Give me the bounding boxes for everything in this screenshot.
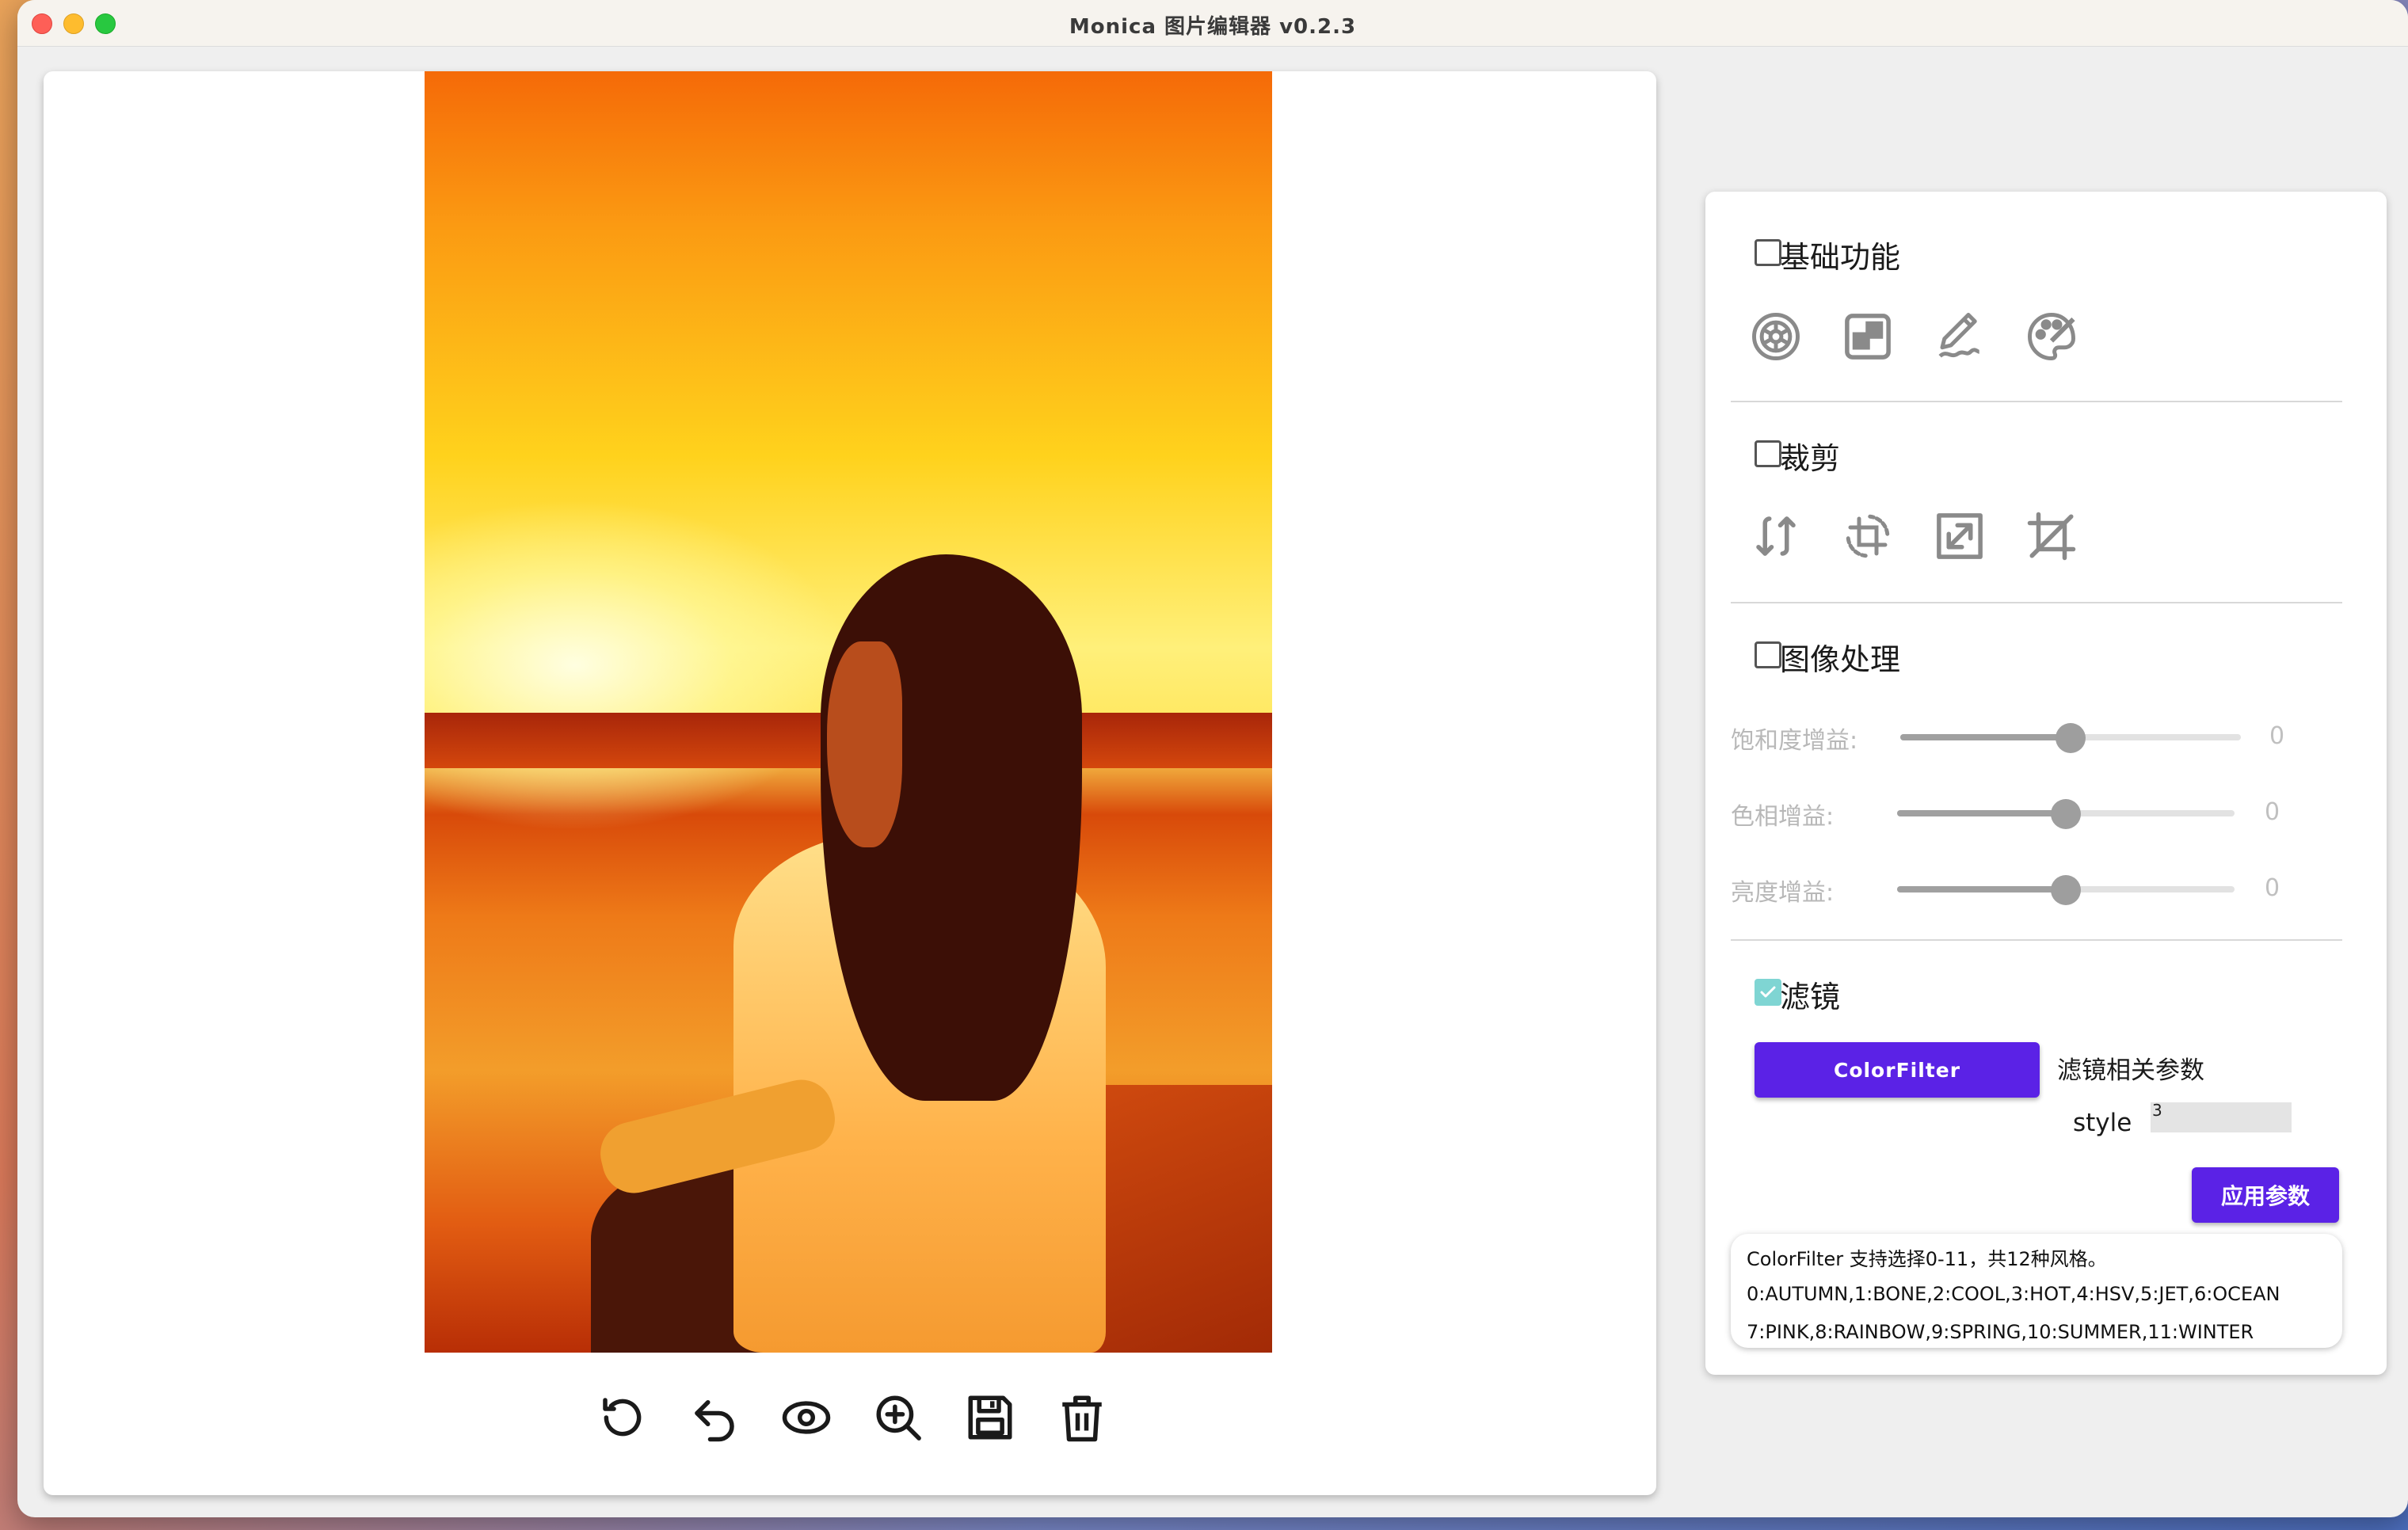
crop-checkbox[interactable]	[1755, 440, 1781, 467]
brightness-slider[interactable]	[1897, 875, 2235, 905]
info-line: ColorFilter 支持选择0-11，共12种风格。	[1747, 1248, 2107, 1270]
crop-icons	[1750, 510, 2078, 562]
hue-slider-thumb[interactable]	[2051, 799, 2081, 829]
palette-button[interactable]	[2025, 310, 2078, 363]
saturation-label: 饱和度增益:	[1731, 727, 1858, 755]
brightness-label: 亮度增益:	[1731, 879, 1835, 907]
info-line: 7:PINK,8:RAINBOW,9:SPRING,10:SUMMER,11:W…	[1747, 1321, 2254, 1343]
title-bar: Monica 图片编辑器 v0.2.3	[17, 0, 2408, 47]
filter-checkbox[interactable]	[1755, 979, 1781, 1006]
shutter-button[interactable]	[1750, 310, 1802, 363]
crop-icon	[2027, 512, 2076, 561]
section-divider	[1731, 939, 2342, 941]
draw-pen-button[interactable]	[1934, 310, 1986, 363]
app-window: Monica 图片编辑器 v0.2.3 基础功能 裁剪 图像处理 饱和度增益: …	[17, 0, 2408, 1517]
checkmark-icon	[1760, 986, 1776, 998]
hue-slider[interactable]	[1897, 799, 2235, 829]
style-label: style	[2073, 1109, 2132, 1137]
section-divider	[1731, 401, 2342, 402]
image-processing-checkbox[interactable]	[1755, 641, 1781, 668]
settings-panel: 基础功能 裁剪 图像处理 饱和度增益: 0 色相增益: 0 亮度增益: 0 滤镜…	[1705, 192, 2387, 1375]
section-divider	[1731, 602, 2342, 603]
resize-button[interactable]	[1934, 510, 1986, 562]
zoom-in-button[interactable]	[867, 1386, 930, 1449]
image-processing-title: 图像处理	[1780, 642, 1901, 677]
image-toolbar	[44, 1386, 1659, 1449]
delete-button[interactable]	[1050, 1386, 1114, 1449]
rotate-crop-icon	[1846, 514, 1890, 558]
rotate-button[interactable]	[591, 1386, 654, 1449]
resize-icon	[1937, 513, 1983, 559]
basic-features-checkbox[interactable]	[1755, 239, 1781, 266]
hue-slider-row: 色相增益: 0	[1731, 789, 2364, 836]
crop-button[interactable]	[2025, 510, 2078, 562]
zoom-in-icon	[876, 1395, 921, 1441]
delete-icon	[1062, 1395, 1102, 1442]
flip-icon	[1756, 516, 1796, 556]
style-input-value: 3	[2152, 1101, 2162, 1120]
save-button[interactable]	[958, 1386, 1022, 1449]
preview-button[interactable]	[775, 1386, 838, 1449]
shutter-icon	[1752, 313, 1800, 360]
image-canvas-card	[44, 71, 1656, 1495]
edited-photo	[425, 71, 1272, 1353]
undo-button[interactable]	[683, 1386, 746, 1449]
mosaic-button[interactable]	[1842, 310, 1894, 363]
info-line: 0:AUTUMN,1:BONE,2:COOL,3:HOT,4:HSV,5:JET…	[1747, 1283, 2280, 1305]
saturation-slider-row: 饱和度增益: 0	[1731, 713, 2364, 760]
style-input[interactable]: 3	[2151, 1101, 2292, 1132]
filter-title: 滤镜	[1780, 980, 1841, 1014]
apply-params-button[interactable]: 应用参数	[2192, 1167, 2339, 1223]
saturation-value: 0	[2269, 722, 2285, 750]
saturation-slider-thumb[interactable]	[2056, 723, 2086, 753]
mosaic-icon	[1845, 314, 1891, 360]
brightness-slider-row: 亮度增益: 0	[1731, 865, 2364, 912]
window-title: Monica 图片编辑器 v0.2.3	[1069, 15, 1357, 39]
hue-value: 0	[2265, 798, 2280, 826]
brightness-value: 0	[2265, 874, 2280, 902]
preview-eye-icon	[782, 1401, 831, 1434]
palette-icon	[2028, 313, 2075, 360]
undo-icon	[695, 1400, 734, 1442]
saturation-slider[interactable]	[1900, 723, 2241, 753]
filter-info-box: ColorFilter 支持选择0-11，共12种风格。 0:AUTUMN,1:…	[1731, 1234, 2342, 1348]
rotate-icon	[603, 1398, 642, 1437]
colorfilter-button[interactable]: ColorFilter	[1755, 1042, 2040, 1098]
flip-button[interactable]	[1750, 510, 1802, 562]
basic-features-title: 基础功能	[1780, 240, 1901, 275]
hue-label: 色相增益:	[1731, 803, 1835, 831]
basic-features-icons	[1750, 310, 2078, 363]
filter-params-label: 滤镜相关参数	[2057, 1056, 2204, 1085]
draw-pen-icon	[1938, 313, 1980, 358]
crop-title: 裁剪	[1780, 441, 1841, 476]
brightness-slider-thumb[interactable]	[2051, 875, 2081, 905]
rotate-crop-button[interactable]	[1842, 510, 1894, 562]
save-icon	[968, 1395, 1012, 1440]
